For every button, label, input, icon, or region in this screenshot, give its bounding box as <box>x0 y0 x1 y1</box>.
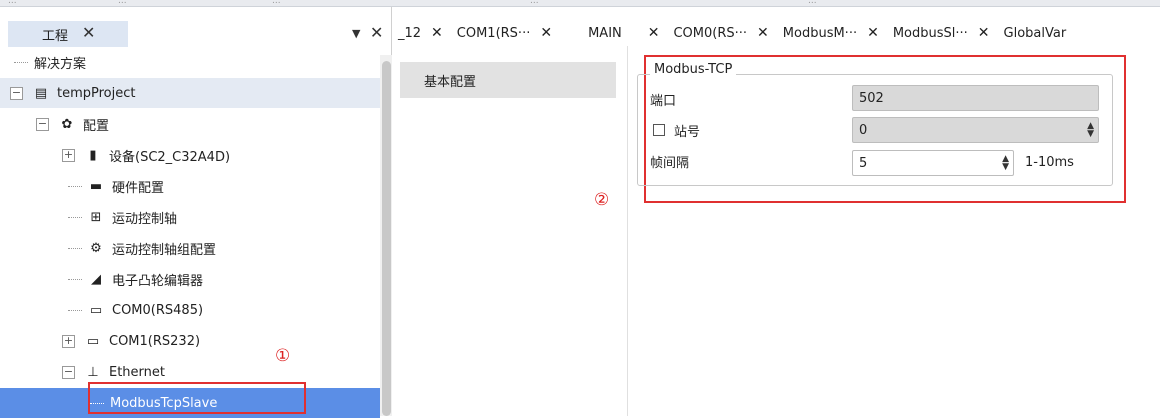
strip-grip: ... <box>8 0 17 6</box>
expand-icon[interactable]: + <box>62 334 75 348</box>
tab-global-var[interactable]: GlobalVar <box>1004 26 1067 41</box>
tree-connector <box>68 185 82 187</box>
cam-icon: ◢ <box>91 271 101 287</box>
axis-group-icon: ⚙ <box>90 240 102 256</box>
tree-item-device[interactable]: + ▮ 设备(SC2_C32A4D) <box>0 140 380 170</box>
interval-value: 5 <box>859 155 868 171</box>
tab-modbus-slave[interactable]: ModbusSl··· ✕ <box>893 25 990 41</box>
scrollbar-thumb[interactable] <box>382 61 391 416</box>
close-icon[interactable]: ✕ <box>867 25 879 41</box>
gear-icon: ✿ <box>61 116 73 132</box>
document-icon: ▤ <box>34 85 48 101</box>
device-icon: ▮ <box>89 147 97 163</box>
tree-item-project[interactable]: − ▤ tempProject <box>0 78 380 108</box>
tree-item-label: 硬件配置 <box>112 180 165 196</box>
tree-item-motion-axis[interactable]: ⊞ 运动控制轴 <box>0 202 380 232</box>
strip-grip: ... <box>808 0 817 6</box>
tree-item-label: Ethernet <box>109 364 165 380</box>
tree-connector <box>68 278 82 280</box>
close-icon[interactable]: ✕ <box>540 25 552 41</box>
project-panel: 工程 ✕ ▼ ✕ 解决方案 − ▤ tempProject − ✿ 配置 + ▮… <box>0 7 392 418</box>
serial-port-icon: ▭ <box>89 302 103 318</box>
collapse-icon[interactable]: − <box>10 86 23 100</box>
project-tab-label: 工程 <box>42 28 69 44</box>
strip-grip: ... <box>118 0 127 6</box>
tree-item-com1[interactable]: + ▭ COM1(RS232) <box>0 326 380 356</box>
tree-connector <box>68 309 82 311</box>
strip-grip: ... <box>530 0 539 6</box>
strip-grip: ... <box>272 0 281 6</box>
network-icon: ⊥ <box>87 364 99 380</box>
tree-item-label: 运动控制轴组配置 <box>112 242 217 258</box>
collapse-icon[interactable]: − <box>62 365 75 379</box>
station-checkbox[interactable] <box>653 124 665 136</box>
top-strip: ... ... ... ... ... <box>0 0 1160 7</box>
interval-field[interactable]: 5 ▲ ▼ <box>852 150 1014 176</box>
nav-item-label: 基本配置 <box>424 74 477 90</box>
tab-label: MAIN <box>588 25 622 41</box>
tab-com0[interactable]: COM0(RS··· ✕ <box>673 25 768 41</box>
interval-label: 帧间隔 <box>650 156 690 171</box>
station-label: 站号 <box>674 125 701 140</box>
tab-modbus-master[interactable]: ModbusM··· ✕ <box>783 25 879 41</box>
interval-range: 1-10ms <box>1025 155 1074 170</box>
tab-com1[interactable]: COM1(RS··· ✕ <box>457 25 552 41</box>
nav-item-basic-config[interactable]: 基本配置 <box>400 62 616 98</box>
tree-connector <box>14 61 28 63</box>
tab-label: ModbusSl··· <box>892 25 968 41</box>
tab-label: COM0(RS··· <box>673 25 748 41</box>
tree-item-label: 运动控制轴 <box>112 211 178 227</box>
tree-item-label: 电子凸轮编辑器 <box>112 273 204 289</box>
tree-item-label: tempProject <box>57 85 136 101</box>
close-icon[interactable]: ✕ <box>370 23 383 42</box>
project-tab[interactable]: 工程 ✕ <box>8 21 128 47</box>
tree-item-config[interactable]: − ✿ 配置 <box>0 109 380 139</box>
tab-label: _12 <box>398 25 422 41</box>
station-value: 0 <box>859 122 868 138</box>
editor-tabs: _12 ✕ COM1(RS··· ✕ MAIN ✕ COM0(RS··· ✕ Modbu… <box>392 20 1160 46</box>
tree-connector <box>68 247 82 249</box>
tree-item-solution[interactable]: 解决方案 <box>0 47 380 77</box>
spin-icon[interactable]: ▲ ▼ <box>1002 155 1009 172</box>
annotation-marker-1: ① <box>275 346 291 366</box>
tree-item-com0[interactable]: ▭ COM0(RS485) <box>0 295 380 325</box>
dropdown-icon[interactable]: ▼ <box>352 27 360 40</box>
station-field[interactable]: 0 ▲ ▼ <box>852 117 1099 143</box>
annotation-box-1 <box>88 382 306 414</box>
config-nav: 基本配置 <box>392 46 628 416</box>
tab-main[interactable]: MAIN ✕ <box>588 25 659 41</box>
group-title: Modbus-TCP <box>650 62 737 77</box>
hardware-icon: ▬ <box>89 178 103 194</box>
port-label: 端口 <box>650 94 677 109</box>
tab-12[interactable]: _12 ✕ <box>392 25 443 41</box>
tree-item-label: COM1(RS232) <box>109 333 201 349</box>
tree-item-cam-editor[interactable]: ◢ 电子凸轮编辑器 <box>0 264 380 294</box>
tree-item-hardware-config[interactable]: ▬ 硬件配置 <box>0 171 380 201</box>
expand-icon[interactable]: + <box>62 148 75 162</box>
tree-item-label: COM0(RS485) <box>112 302 204 318</box>
tree-item-label: 解决方案 <box>34 56 87 72</box>
collapse-icon[interactable]: − <box>36 117 49 131</box>
axis-icon: ⊞ <box>90 209 102 225</box>
port-value: 502 <box>859 90 884 106</box>
tree-item-axis-group[interactable]: ⚙ 运动控制轴组配置 <box>0 233 380 263</box>
tree-connector <box>68 216 82 218</box>
tab-label: ModbusM··· <box>782 25 858 41</box>
spin-icon[interactable]: ▲ ▼ <box>1087 122 1094 139</box>
close-icon[interactable]: ✕ <box>648 25 660 41</box>
tab-label: GlobalVar <box>1003 25 1067 41</box>
annotation-marker-2: ② <box>594 190 610 210</box>
close-icon[interactable]: ✕ <box>757 25 769 41</box>
serial-port-icon: ▭ <box>86 333 100 349</box>
tree-item-label: 配置 <box>83 118 110 134</box>
tree-item-label: 设备(SC2_C32A4D) <box>109 149 231 165</box>
close-icon[interactable]: ✕ <box>431 25 443 41</box>
tab-label: COM1(RS··· <box>456 25 531 41</box>
close-icon[interactable]: ✕ <box>82 23 95 42</box>
close-icon[interactable]: ✕ <box>978 25 990 41</box>
port-field[interactable]: 502 <box>852 85 1099 111</box>
